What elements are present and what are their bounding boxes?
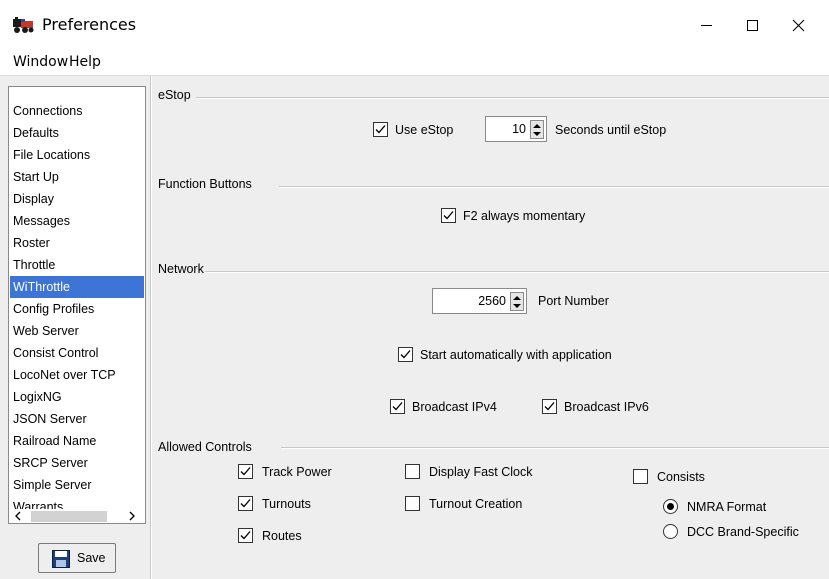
consists-label: Consists <box>657 470 705 484</box>
minimize-button[interactable] <box>683 0 729 50</box>
routes-label: Routes <box>262 529 302 543</box>
checkmark-icon <box>240 531 251 540</box>
display-fast-clock-label: Display Fast Clock <box>429 465 533 479</box>
spinner-buttons[interactable] <box>510 292 524 311</box>
use-estop-checkbox[interactable] <box>373 122 388 137</box>
category-item[interactable]: LogixNG <box>10 386 145 408</box>
broadcast-ipv6-checkbox[interactable] <box>542 399 557 414</box>
dcc-brand-specific-radio[interactable] <box>663 524 678 539</box>
use-estop-label: Use eStop <box>395 123 454 137</box>
estop-section-title: eStop <box>158 88 191 102</box>
category-item[interactable]: JSON Server <box>10 408 145 430</box>
turnout-creation-label: Turnout Creation <box>429 497 523 511</box>
estop-seconds-label: Seconds until eStop <box>555 123 667 137</box>
category-item-selected[interactable]: WiThrottle <box>10 276 144 298</box>
broadcast-ipv4-checkbox[interactable] <box>390 399 405 414</box>
estop-seconds-value[interactable]: 10 <box>512 122 526 136</box>
radio-selected-dot <box>667 503 674 510</box>
turnout-creation-checkbox[interactable] <box>405 496 420 511</box>
panel-divider <box>150 76 152 579</box>
checkmark-icon <box>443 211 454 220</box>
close-icon <box>792 19 805 32</box>
consists-checkbox[interactable] <box>633 469 648 484</box>
checkmark-icon <box>240 499 251 508</box>
display-fast-clock-checkbox[interactable] <box>405 464 420 479</box>
menu-bar: Window Help <box>0 50 829 76</box>
close-button[interactable] <box>775 0 821 50</box>
category-item[interactable]: Start Up <box>10 166 145 188</box>
nmra-format-label: NMRA Format <box>687 500 767 514</box>
category-item[interactable]: Consist Control <box>10 342 145 364</box>
category-item[interactable]: Simple Server <box>10 474 145 496</box>
estop-seconds-spinner[interactable]: 10 <box>485 116 547 142</box>
broadcast-ipv6-label: Broadcast IPv6 <box>564 400 649 414</box>
routes-checkbox[interactable] <box>238 528 253 543</box>
scroll-right-icon[interactable] <box>127 509 137 523</box>
spin-up-icon[interactable] <box>513 295 521 301</box>
port-number-label: Port Number <box>538 294 609 308</box>
broadcast-ipv4-label: Broadcast IPv4 <box>412 400 497 414</box>
turnouts-label: Turnouts <box>262 497 311 511</box>
checkmark-icon <box>400 350 411 359</box>
auto-start-checkbox[interactable] <box>398 347 413 362</box>
network-section-title: Network <box>158 262 204 276</box>
section-divider <box>196 97 829 99</box>
category-item[interactable]: Defaults <box>10 122 145 144</box>
port-number-spinner[interactable]: 2560 <box>432 288 527 314</box>
maximize-icon <box>747 20 758 31</box>
horizontal-scrollbar[interactable] <box>9 509 145 523</box>
category-item[interactable]: Railroad Name <box>10 430 145 452</box>
category-item[interactable]: Messages <box>10 210 145 232</box>
turnouts-checkbox[interactable] <box>238 496 253 511</box>
category-item[interactable]: Display <box>10 188 145 210</box>
save-button[interactable]: Save <box>38 543 116 573</box>
scroll-thumb[interactable] <box>31 511 107 522</box>
maximize-button[interactable] <box>729 0 775 50</box>
checkmark-icon <box>375 125 386 134</box>
floppy-disk-icon <box>52 550 70 568</box>
category-item[interactable]: Roster <box>10 232 145 254</box>
category-item[interactable]: Web Server <box>10 320 145 342</box>
category-item[interactable]: Connections <box>10 100 145 122</box>
spin-down-icon[interactable] <box>513 303 521 309</box>
f2-momentary-checkbox[interactable] <box>441 208 456 223</box>
category-item[interactable]: Config Profiles <box>10 298 145 320</box>
minimize-icon <box>701 25 712 26</box>
locomotive-icon <box>12 16 34 34</box>
menu-help[interactable]: Help <box>69 54 101 70</box>
track-power-checkbox[interactable] <box>238 464 253 479</box>
auto-start-label: Start automatically with application <box>420 348 612 362</box>
dcc-brand-specific-label: DCC Brand-Specific <box>687 525 799 539</box>
menu-window[interactable]: Window <box>13 54 68 70</box>
scroll-left-icon[interactable] <box>13 509 23 523</box>
category-item[interactable]: Throttle <box>10 254 145 276</box>
window-title: Preferences <box>42 15 137 34</box>
function-buttons-section-title: Function Buttons <box>158 177 252 191</box>
section-divider <box>281 447 829 449</box>
category-item[interactable]: File Locations <box>10 144 145 166</box>
spinner-buttons[interactable] <box>530 120 544 139</box>
category-item[interactable]: LocoNet over TCP <box>10 364 145 386</box>
checkmark-icon <box>392 402 403 411</box>
allowed-controls-section-title: Allowed Controls <box>158 440 252 454</box>
f2-momentary-label: F2 always momentary <box>463 209 586 223</box>
port-number-value[interactable]: 2560 <box>478 294 506 308</box>
nmra-format-radio[interactable] <box>663 499 678 514</box>
section-divider <box>279 186 829 188</box>
track-power-label: Track Power <box>262 465 332 479</box>
section-divider <box>205 271 829 273</box>
preferences-content: Connections Defaults File Locations Star… <box>0 76 829 579</box>
category-list[interactable]: Connections Defaults File Locations Star… <box>8 86 146 524</box>
spin-down-icon[interactable] <box>533 131 541 137</box>
checkmark-icon <box>240 467 251 476</box>
category-item[interactable]: SRCP Server <box>10 452 145 474</box>
spin-up-icon[interactable] <box>533 123 541 129</box>
title-bar: Preferences <box>0 0 829 50</box>
checkmark-icon <box>544 402 555 411</box>
save-label: Save <box>77 551 106 565</box>
